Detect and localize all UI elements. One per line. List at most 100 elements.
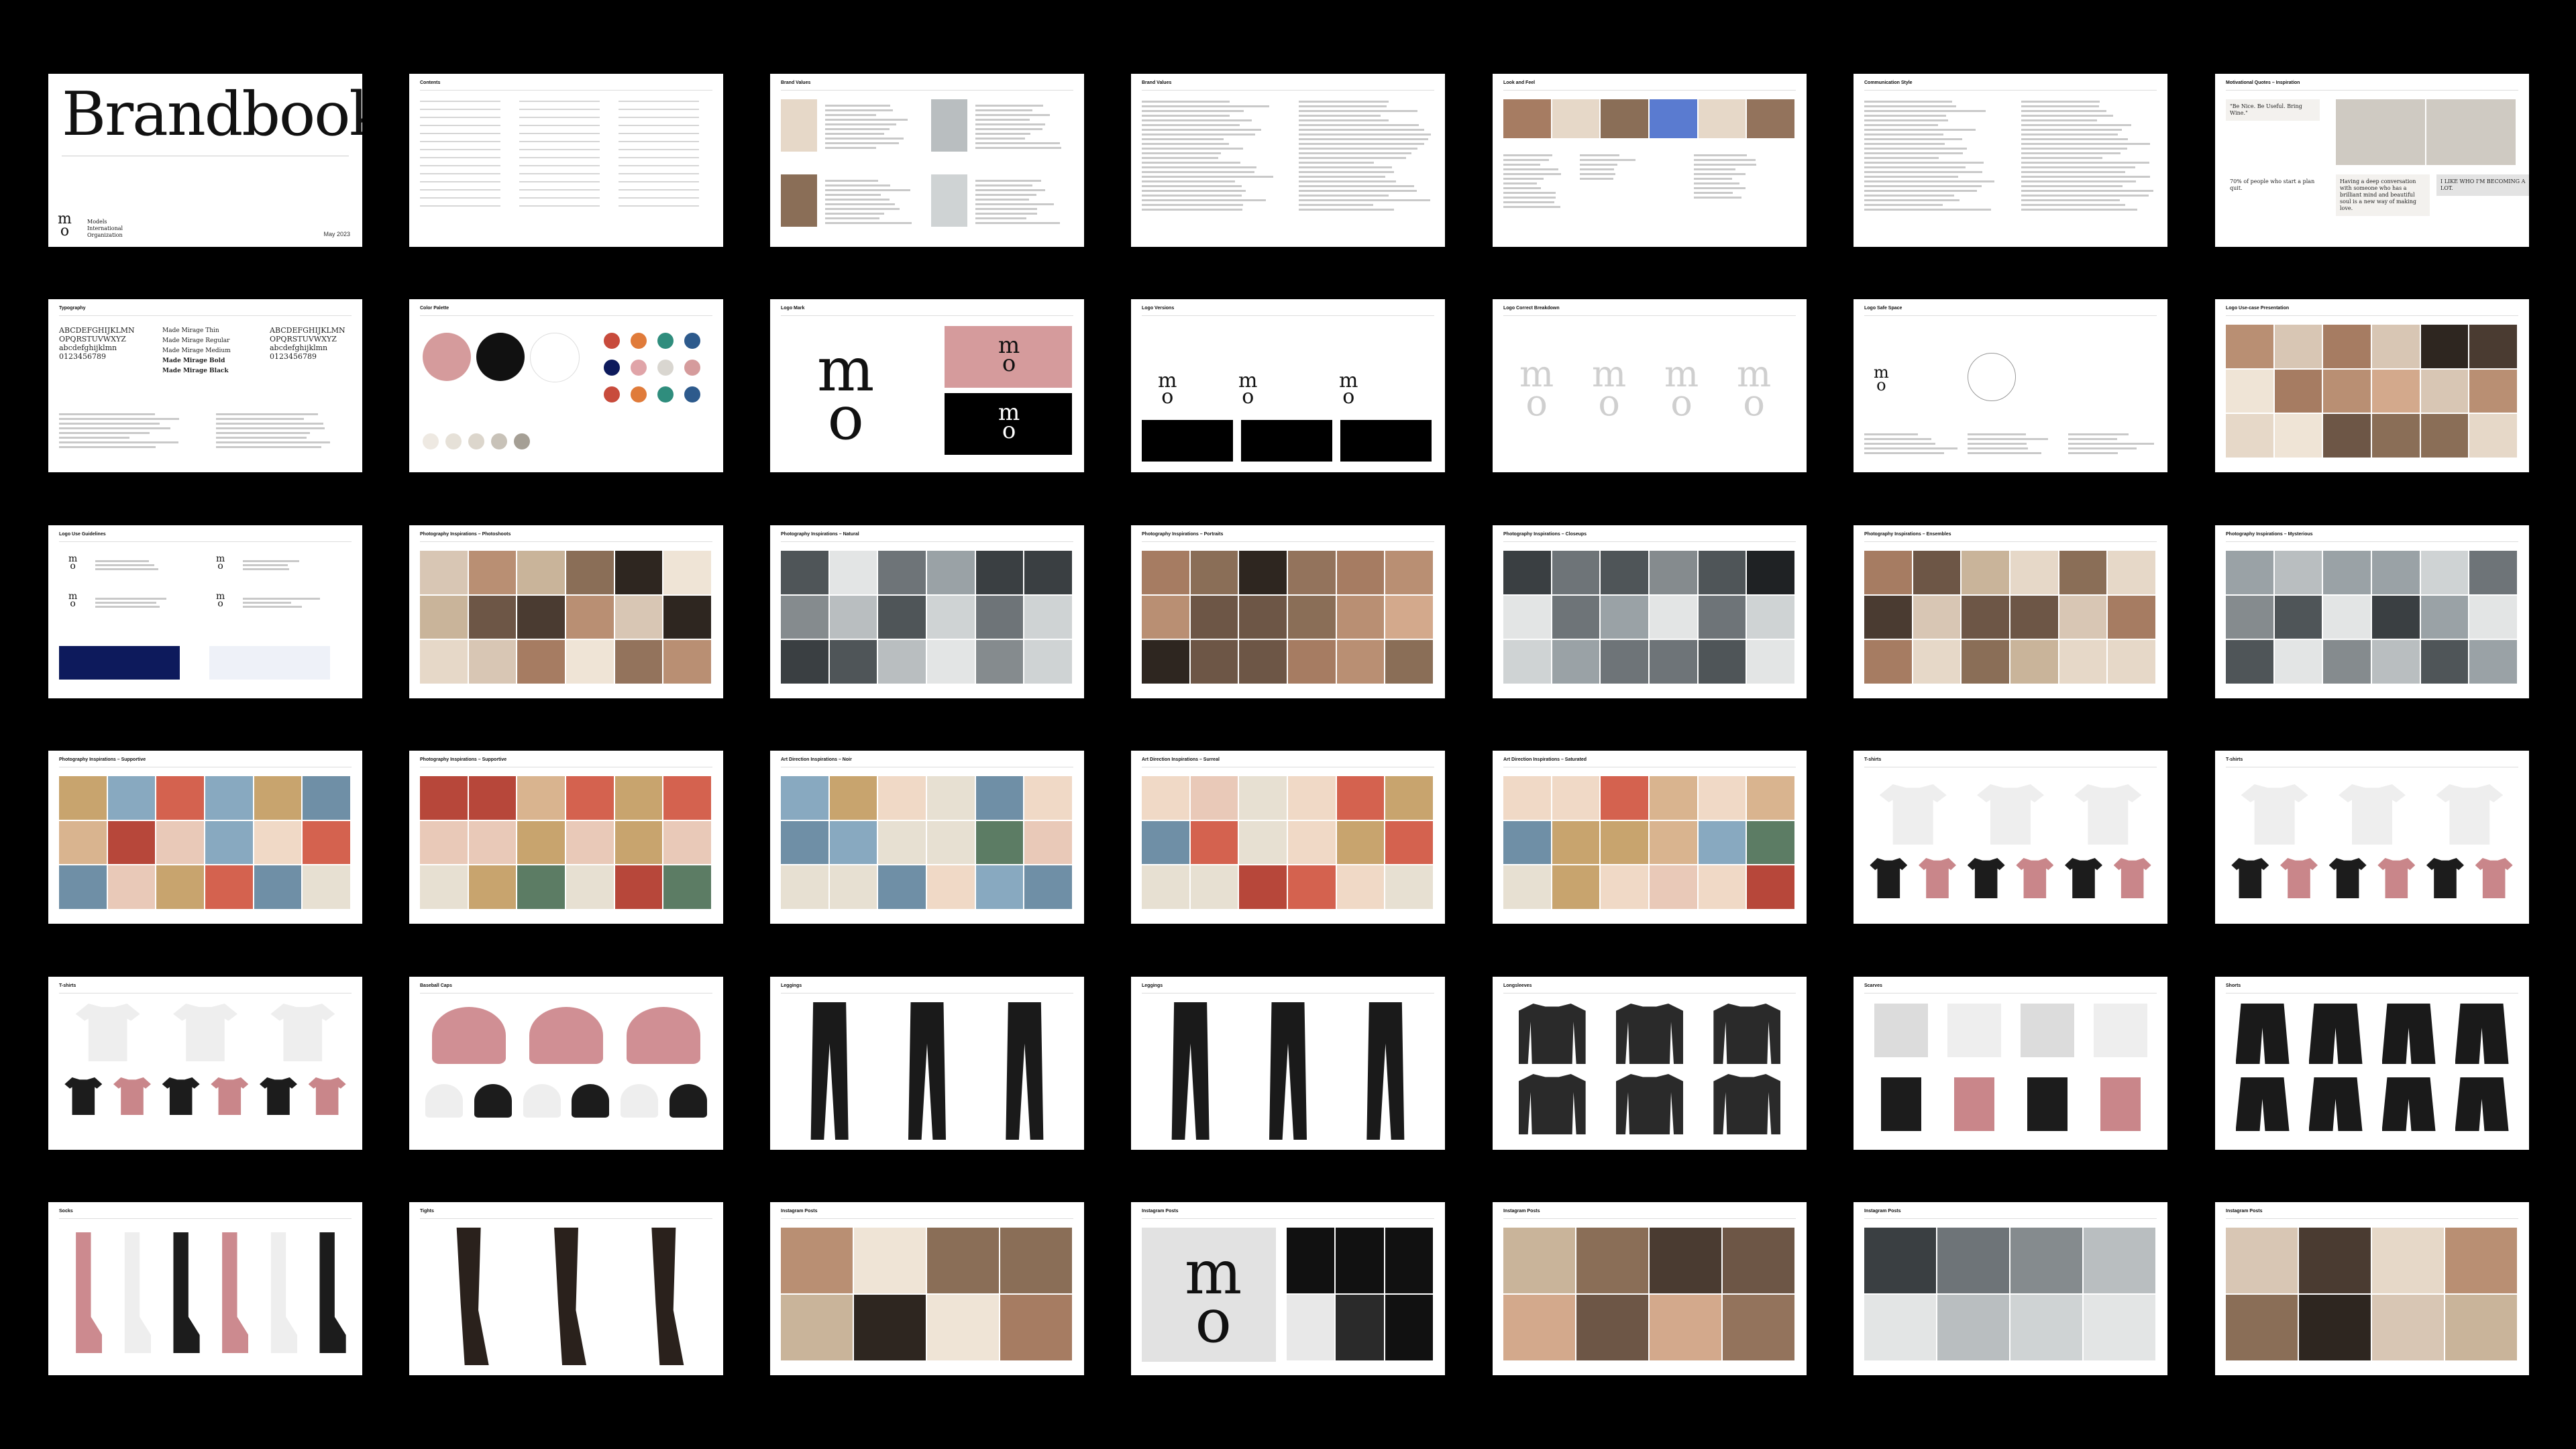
photo-tile [1142,776,1189,820]
slide-title: Logo Mark [781,306,805,311]
slide-10: Logo Mark m o m o m o [770,299,1084,472]
photo-tile [1336,1228,1384,1293]
slide-divider [2226,315,2518,316]
photo-tile [927,1295,999,1360]
text-line [1299,148,1418,150]
text-line [1142,166,1257,168]
photo-tile [927,776,975,820]
photo-tile [2469,595,2517,639]
photo-tile [1239,551,1287,594]
longsleeve [1518,1074,1586,1134]
photo-tile [1864,551,1912,594]
text-line [825,208,900,210]
photo-tile [1864,1295,1936,1360]
photo-tile [303,865,350,909]
text-line [1580,154,1619,156]
text-line [2021,190,2154,192]
text-line [1299,190,1417,192]
text-line [975,133,1030,135]
contents-row [519,173,600,174]
tshirt [2016,858,2054,898]
text-line [975,203,1054,205]
photo-tile [566,865,614,909]
slide-divider [2226,541,2518,542]
cover-title: Brandbook [62,79,362,150]
text-line [1299,119,1389,121]
cap [669,1084,707,1118]
tshirt [1879,784,1947,845]
photo-tile [1962,640,2009,684]
tshirt [308,1077,346,1115]
photo-tile [1747,551,1794,594]
text-line [825,203,895,205]
text-line [1299,101,1389,103]
text-line [1694,178,1733,180]
tshirt [2241,784,2308,845]
text-line [1864,157,1939,159]
text-line [1694,197,1741,199]
text-line [1503,192,1556,194]
slide-27: T-shirts [1854,751,2167,924]
photo-tile [2226,640,2273,684]
slide-title: Longsleeves [1503,983,1532,988]
photo-tile [1288,776,1336,820]
text-line [59,413,156,415]
slide-divider [420,315,712,316]
photo-tile [1698,640,1746,684]
slide-divider [1142,993,1434,994]
slide-divider [781,315,1073,316]
text-line [2021,195,2149,197]
photo-tile [1024,595,1072,639]
photo-tile [878,595,926,639]
text-line [243,560,299,562]
text-line [1299,138,1429,140]
photo-tile [2274,551,2322,594]
text-line [1580,178,1614,180]
text-line [825,133,885,135]
tshirt [2280,858,2318,898]
slide-35: Shorts [2215,977,2529,1150]
text-line [975,147,1062,149]
photo-tile [1650,99,1697,138]
text-line [1864,176,1959,178]
photo-tile [1650,551,1697,594]
text-line [1864,115,1947,117]
text-line [1864,101,1952,103]
photo-tile [663,820,711,865]
photo-tile [2426,99,2516,165]
tshirt [64,1077,103,1115]
photo-tile [1601,640,1648,684]
text-line [1864,119,1948,121]
photo-tile [2420,414,2469,458]
photo-tile [420,595,468,639]
text-line [825,217,880,219]
slide-divider [1142,90,1434,91]
text-line [975,123,1046,125]
text-line [1142,204,1243,206]
photo-tile [1698,595,1746,639]
secondary-swatch [604,333,620,349]
photo-tile [517,776,565,820]
photo-tile [2010,551,2058,594]
contents-row [420,173,500,174]
slide-divider [420,541,712,542]
photo-tile [468,551,517,594]
text-line [1864,433,1919,435]
text-line [1503,201,1555,203]
slide-19: Photography Inspirations – Closeups [1493,525,1807,698]
quote-card: 70% of people who start a plan quit. [2226,174,2320,196]
text-line [1864,162,1984,164]
text-line [2021,176,2150,178]
photo-tile [1747,595,1794,639]
text-line [2021,138,2128,140]
logo-version: mo [1158,371,1177,407]
photo-tile [107,776,156,820]
tshirt [113,1077,151,1115]
photo-tile [1288,865,1336,909]
text-line [1694,182,1739,184]
photo-tile [1601,551,1648,594]
text-line [2021,209,2138,211]
photo-tile [1937,1295,2009,1360]
slide-title: Logo Use Guidelines [59,532,106,537]
text-line [1864,105,1956,107]
